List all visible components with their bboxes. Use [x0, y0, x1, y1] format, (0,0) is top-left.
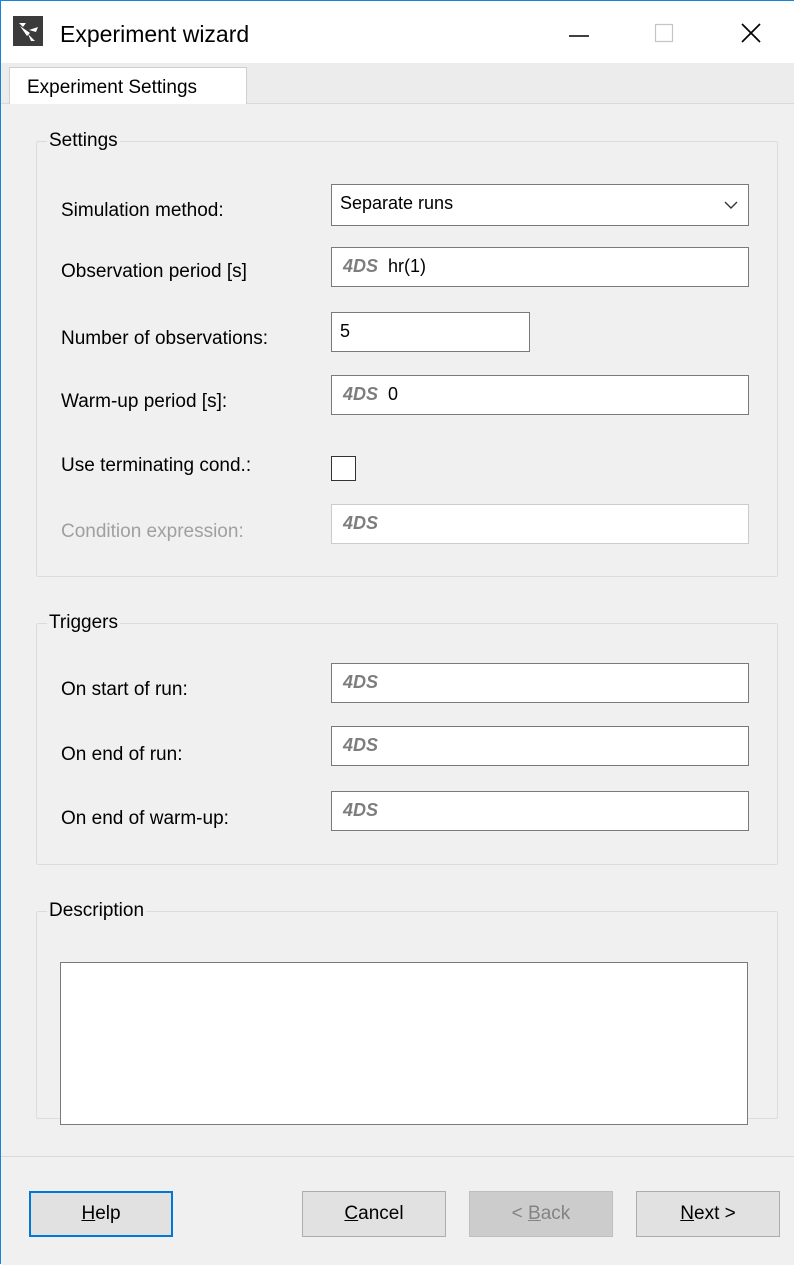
minimize-icon [569, 35, 589, 37]
observation-period-field[interactable]: 4DS hr(1) [331, 247, 749, 287]
title-bar[interactable]: Experiment wizard [1, 1, 794, 63]
chevron-down-icon [724, 201, 738, 209]
warmup-period-prefix: 4DS [343, 384, 379, 404]
number-of-observations-field[interactable]: 5 [331, 312, 530, 352]
warmup-period-field[interactable]: 4DS 0 [331, 375, 749, 415]
number-of-observations-value: 5 [340, 321, 351, 341]
on-end-of-run-prefix: 4DS [343, 735, 379, 755]
description-textarea[interactable] [60, 962, 748, 1125]
on-end-of-warmup-prefix: 4DS [343, 800, 379, 820]
content-panel: Settings Simulation method: Separate run… [1, 104, 794, 1156]
help-button[interactable]: Help [29, 1191, 173, 1237]
warmup-period-value: 0 [388, 384, 399, 404]
description-group-label: Description [49, 900, 145, 921]
next-button-label: Next > [680, 1203, 736, 1224]
maximize-button [634, 13, 694, 53]
on-start-of-run-prefix: 4DS [343, 672, 379, 692]
on-start-of-run-label: On start of run: [61, 679, 188, 700]
settings-group-label: Settings [49, 130, 118, 151]
tab-label: Experiment Settings [27, 77, 198, 98]
on-end-of-run-field[interactable]: 4DS [331, 726, 749, 766]
next-button[interactable]: Next > [636, 1191, 780, 1237]
window-title: Experiment wizard [60, 21, 250, 47]
condition-expression-field: 4DS [331, 504, 749, 544]
tab-strip: Experiment Settings [1, 63, 794, 105]
condition-expression-prefix: 4DS [343, 513, 379, 533]
warmup-period-label: Warm-up period [s]: [61, 391, 228, 412]
simulation-method-select[interactable]: Separate runs [331, 184, 749, 226]
on-end-of-warmup-field[interactable]: 4DS [331, 791, 749, 831]
back-button: < Back [469, 1191, 613, 1237]
on-end-of-run-label: On end of run: [61, 744, 183, 765]
use-terminating-cond-label: Use terminating cond.: [61, 455, 252, 476]
use-terminating-cond-checkbox[interactable] [331, 456, 356, 481]
back-button-label: < Back [511, 1203, 571, 1224]
close-icon [741, 23, 761, 43]
number-of-observations-label: Number of observations: [61, 328, 268, 349]
observation-period-label: Observation period [s] [61, 261, 247, 282]
experiment-wizard-app-icon [13, 16, 43, 46]
footer-button-bar: Help Cancel < Back Next > [1, 1156, 794, 1265]
observation-period-prefix: 4DS [343, 256, 379, 276]
on-end-of-warmup-label: On end of warm-up: [61, 808, 229, 829]
simulation-method-value: Separate runs [340, 193, 454, 213]
on-start-of-run-field[interactable]: 4DS [331, 663, 749, 703]
cancel-button[interactable]: Cancel [302, 1191, 446, 1237]
tab-experiment-settings[interactable]: Experiment Settings [9, 67, 247, 105]
cancel-button-label: Cancel [344, 1203, 404, 1224]
maximize-icon [654, 23, 674, 43]
triggers-group-label: Triggers [49, 612, 118, 633]
help-button-label: Help [81, 1203, 121, 1224]
experiment-wizard-window: Experiment wizard Experiment Settings Se… [0, 0, 794, 1265]
close-button[interactable] [721, 13, 781, 53]
minimize-button[interactable] [549, 13, 609, 53]
condition-expression-label: Condition expression: [61, 521, 244, 542]
simulation-method-label: Simulation method: [61, 200, 224, 221]
observation-period-value: hr(1) [388, 256, 427, 276]
